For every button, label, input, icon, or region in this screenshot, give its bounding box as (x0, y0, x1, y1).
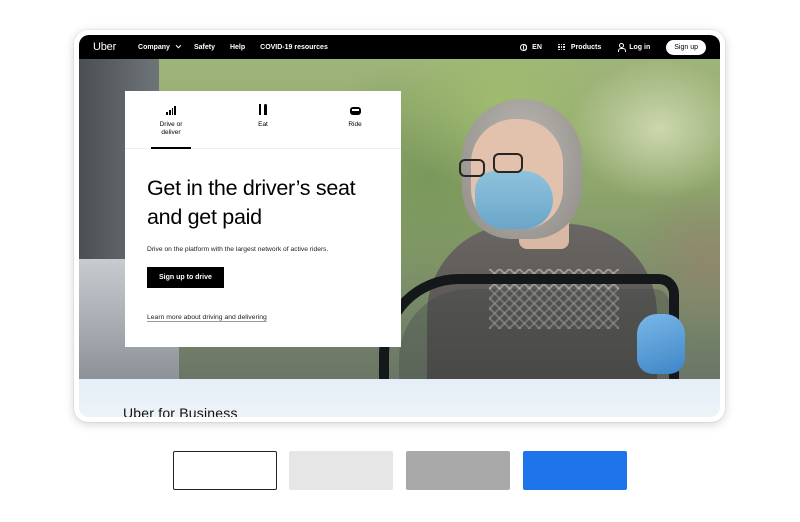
car-icon (349, 107, 361, 115)
product-tabs: Drive or deliver Eat Ride (125, 91, 401, 149)
login-label: Log in (629, 43, 651, 51)
chevron-down-icon (175, 42, 182, 49)
business-section: Uber for Business (79, 379, 720, 417)
person-icon (617, 43, 626, 52)
hero-headline: Get in the driver’s seat and get paid (147, 176, 356, 229)
hero-face-mask (475, 171, 553, 229)
signup-button[interactable]: Sign up (666, 39, 706, 55)
hero-subtitle: Drive on the platform with the largest n… (147, 246, 329, 253)
login-link[interactable]: Log in (617, 43, 651, 52)
bars-icon (166, 106, 176, 115)
nav-covid[interactable]: COVID-19 resources (260, 44, 328, 51)
grid-icon (557, 43, 565, 51)
globe-icon (520, 43, 528, 51)
tab-eat-label: Eat (258, 121, 268, 128)
hero-image: Drive or deliver Eat Ride Get in the dri… (79, 59, 720, 379)
top-nav: Uber Company Safety Help COVID-19 resour… (79, 35, 720, 59)
tab-drive[interactable]: Drive or deliver (125, 91, 217, 149)
tab-eat[interactable]: Eat (217, 91, 309, 148)
products-menu[interactable]: Products (557, 43, 602, 51)
swatch-light-gray[interactable] (289, 451, 393, 490)
hero-glasses-left (459, 159, 485, 177)
products-label: Products (570, 43, 602, 51)
nav-help[interactable]: Help (230, 44, 245, 51)
language-label: EN (532, 43, 542, 51)
browser-screen: Uber Company Safety Help COVID-19 resour… (79, 35, 720, 417)
nav-right: EN Products Log in Sign up (520, 39, 720, 55)
tab-drive-label: Drive or deliver (159, 121, 183, 136)
swatch-blue[interactable] (523, 451, 627, 490)
swatch-white[interactable] (173, 451, 277, 490)
hero-glasses-right (493, 153, 523, 173)
fork-knife-icon (258, 104, 268, 115)
tab-ride[interactable]: Ride (309, 91, 401, 148)
nav-company[interactable]: Company (138, 42, 182, 51)
tab-ride-label: Ride (348, 121, 362, 128)
business-section-title: Uber for Business (123, 405, 238, 417)
swatch-gray[interactable] (406, 451, 510, 490)
hero-car-door (379, 274, 679, 379)
hero-card: Drive or deliver Eat Ride Get in the dri… (125, 91, 401, 347)
nav-safety[interactable]: Safety (194, 44, 215, 51)
sign-up-to-drive-button[interactable]: Sign up to drive (147, 267, 224, 288)
hero-glove (637, 314, 685, 374)
uber-logo[interactable]: Uber (93, 41, 116, 53)
device-frame: Uber Company Safety Help COVID-19 resour… (74, 30, 725, 422)
learn-more-link[interactable]: Learn more about driving and delivering (147, 314, 401, 321)
language-selector[interactable]: EN (520, 43, 542, 51)
nav-company-label: Company (138, 43, 170, 51)
